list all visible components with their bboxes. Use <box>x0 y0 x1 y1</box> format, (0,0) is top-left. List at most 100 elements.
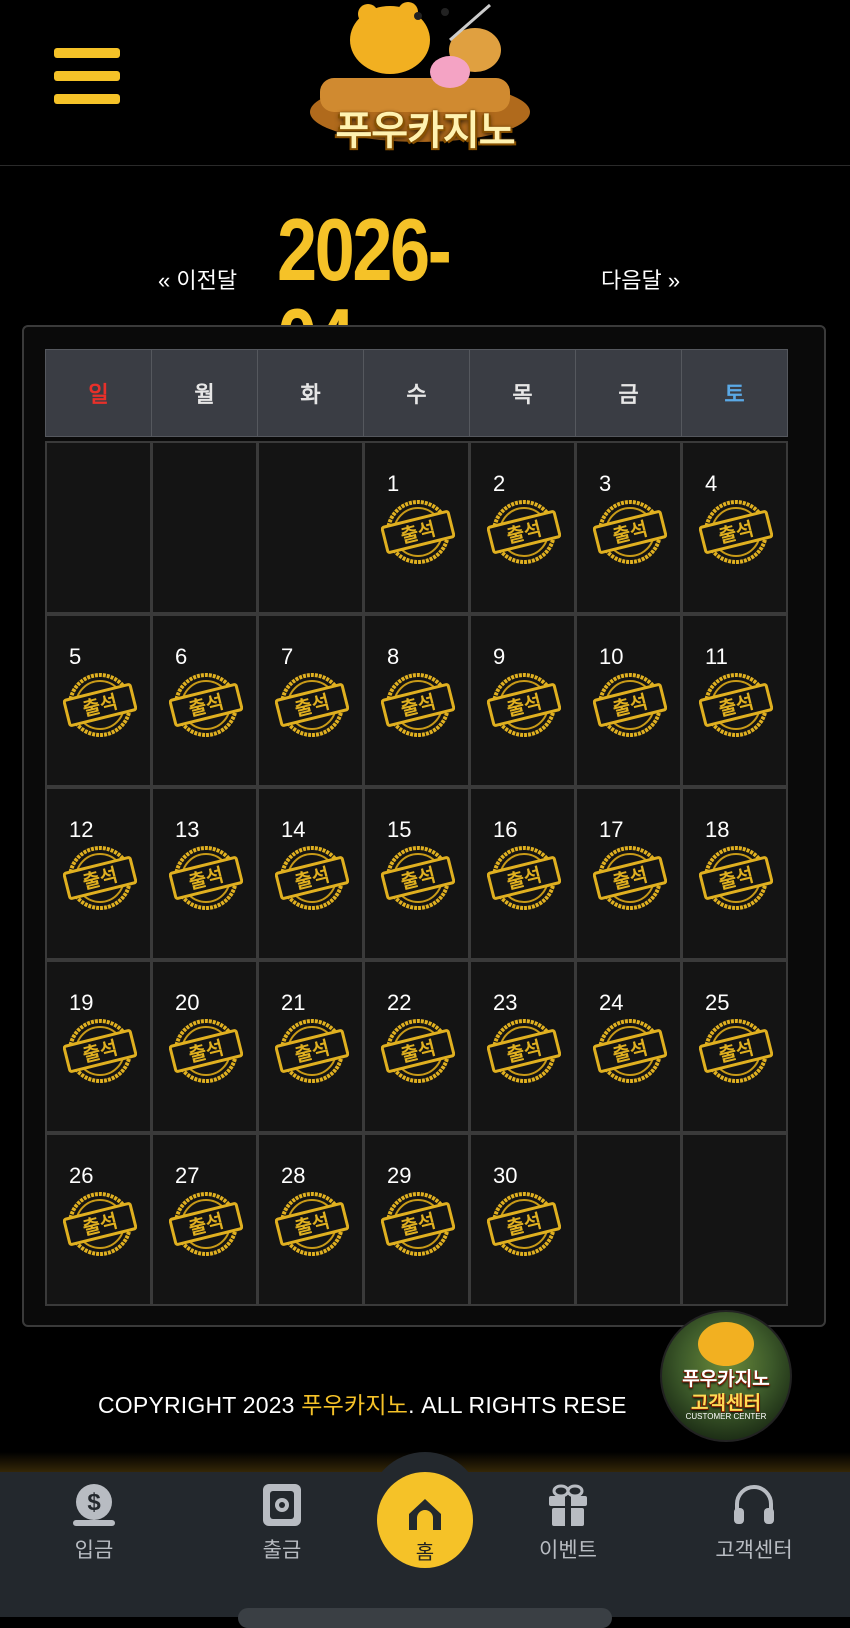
weekday-wednesday: 수 <box>363 349 470 437</box>
attendance-stamp-icon: 출석 <box>381 1019 455 1083</box>
calendar-day-cell[interactable]: 10 출석 <box>575 614 682 787</box>
calendar-day-cell[interactable]: 14 출석 <box>257 787 364 960</box>
nav-withdraw-label: 출금 <box>262 1539 302 1562</box>
calendar-day-cell[interactable]: 19 출석 <box>45 960 152 1133</box>
day-number: 5 <box>69 644 82 669</box>
attendance-stamp-icon: 출석 <box>169 1019 243 1083</box>
day-number: 9 <box>493 644 506 669</box>
dollar-coin-icon: $ <box>73 1484 115 1526</box>
calendar-empty-cell <box>575 1133 682 1306</box>
calendar-day-cell[interactable]: 12 출석 <box>45 787 152 960</box>
weekday-friday: 금 <box>575 349 682 437</box>
day-number: 24 <box>599 990 624 1015</box>
safe-icon <box>263 1484 301 1526</box>
prev-month-link[interactable]: « 이전달 <box>158 263 237 295</box>
svg-text:$: $ <box>87 1489 101 1516</box>
copyright-text: COPYRIGHT 2023 푸우카지노. ALL RIGHTS RESE <box>98 1386 627 1420</box>
day-number: 17 <box>599 817 624 842</box>
headset-icon <box>734 1485 774 1524</box>
nav-withdraw[interactable]: 출금 <box>222 1482 342 1572</box>
calendar-day-cell[interactable]: 11 출석 <box>681 614 788 787</box>
nav-deposit[interactable]: $ 입금 <box>34 1482 154 1572</box>
calendar-day-cell[interactable]: 13 출석 <box>151 787 258 960</box>
day-number: 2 <box>493 471 506 496</box>
day-number: 15 <box>387 817 412 842</box>
customer-center-floating-button[interactable]: 푸우카지노 고객센터 CUSTOMER CENTER <box>660 1310 792 1442</box>
calendar-day-cell[interactable]: 16 출석 <box>469 787 576 960</box>
day-number: 14 <box>281 817 306 842</box>
attendance-stamp-icon: 출석 <box>593 500 667 564</box>
attendance-stamp-icon: 출석 <box>487 500 561 564</box>
attendance-stamp-icon: 출석 <box>699 673 773 737</box>
calendar-day-cell[interactable]: 1 출석 <box>363 441 470 614</box>
day-number: 16 <box>493 817 518 842</box>
calendar-day-cell[interactable]: 6 출석 <box>151 614 258 787</box>
nav-support[interactable]: 고객센터 <box>694 1482 814 1572</box>
copyright-prefix: COPYRIGHT 2023 <box>98 1392 302 1418</box>
attendance-stamp-icon: 출석 <box>487 673 561 737</box>
gift-icon <box>549 1484 587 1526</box>
calendar-week-row: 1 출석 2 출석 3 출석 4 출석 <box>45 441 805 614</box>
calendar-day-cell[interactable]: 2 출석 <box>469 441 576 614</box>
attendance-stamp-icon: 출석 <box>593 846 667 910</box>
cs-badge-title: 고객센터 <box>691 1392 761 1414</box>
attendance-stamp-icon: 출석 <box>63 846 137 910</box>
weekday-monday: 월 <box>151 349 258 437</box>
calendar-day-cell[interactable]: 8 출석 <box>363 614 470 787</box>
calendar-day-cell[interactable]: 30 출석 <box>469 1133 576 1306</box>
weekday-sunday: 일 <box>45 349 152 437</box>
day-number: 25 <box>705 990 730 1015</box>
attendance-stamp-icon: 출석 <box>381 1192 455 1256</box>
nav-event-label: 이벤트 <box>539 1539 597 1562</box>
attendance-stamp-icon: 출석 <box>169 673 243 737</box>
calendar-day-cell[interactable]: 29 출석 <box>363 1133 470 1306</box>
attendance-stamp-icon: 출석 <box>169 1192 243 1256</box>
day-number: 20 <box>175 990 200 1015</box>
calendar-day-cell[interactable]: 27 출석 <box>151 1133 258 1306</box>
calendar-day-cell[interactable]: 25 출석 <box>681 960 788 1133</box>
calendar-week-row: 12 출석 13 출석 14 출석 15 출석 16 출석 17 출석 18 출석 <box>45 787 805 960</box>
hamburger-menu-icon[interactable] <box>54 48 120 106</box>
copyright-suffix: . ALL RIGHTS RESE <box>408 1392 627 1418</box>
calendar-week-row: 19 출석 20 출석 21 출석 22 출석 23 출석 24 출석 25 출석 <box>45 960 805 1133</box>
next-month-link[interactable]: 다음달 » <box>601 263 680 295</box>
weekday-header-row: 일 월 화 수 목 금 토 <box>45 349 805 438</box>
calendar-day-cell[interactable]: 20 출석 <box>151 960 258 1133</box>
copyright-brand: 푸우카지노 <box>301 1392 409 1418</box>
day-number: 12 <box>69 817 94 842</box>
calendar-day-cell[interactable]: 17 출석 <box>575 787 682 960</box>
calendar-day-cell[interactable]: 9 출석 <box>469 614 576 787</box>
nav-home[interactable]: 홈 <box>377 1472 473 1568</box>
calendar-day-cell[interactable]: 24 출석 <box>575 960 682 1133</box>
calendar-day-cell[interactable]: 21 출석 <box>257 960 364 1133</box>
day-number: 21 <box>281 990 306 1015</box>
day-number: 1 <box>387 471 400 496</box>
day-number: 28 <box>281 1163 306 1188</box>
calendar-day-cell[interactable]: 22 출석 <box>363 960 470 1133</box>
day-number: 27 <box>175 1163 200 1188</box>
calendar-day-cell[interactable]: 28 출석 <box>257 1133 364 1306</box>
calendar-day-cell[interactable]: 23 출석 <box>469 960 576 1133</box>
logo-text: 푸우카지노 <box>335 108 516 154</box>
pooh-bear-icon <box>698 1322 754 1366</box>
attendance-stamp-icon: 출석 <box>169 846 243 910</box>
calendar-day-cell[interactable]: 5 출석 <box>45 614 152 787</box>
calendar-day-cell[interactable]: 15 출석 <box>363 787 470 960</box>
calendar-day-cell[interactable]: 7 출석 <box>257 614 364 787</box>
attendance-stamp-icon: 출석 <box>487 1192 561 1256</box>
nav-event[interactable]: 이벤트 <box>508 1482 628 1572</box>
calendar-day-cell[interactable]: 4 출석 <box>681 441 788 614</box>
calendar-day-cell[interactable]: 26 출석 <box>45 1133 152 1306</box>
home-icon <box>409 1499 441 1530</box>
calendar-day-cell[interactable]: 3 출석 <box>575 441 682 614</box>
attendance-stamp-icon: 출석 <box>593 673 667 737</box>
day-number: 4 <box>705 471 718 496</box>
site-logo[interactable]: 푸우카지노 <box>300 0 550 155</box>
day-number: 23 <box>493 990 518 1015</box>
home-indicator <box>238 1608 612 1628</box>
calendar-week-row: 26 출석 27 출석 28 출석 29 출석 30 출석 <box>45 1133 805 1306</box>
calendar-day-cell[interactable]: 18 출석 <box>681 787 788 960</box>
day-number: 10 <box>599 644 624 669</box>
day-number: 26 <box>69 1163 94 1188</box>
attendance-stamp-icon: 출석 <box>275 1019 349 1083</box>
